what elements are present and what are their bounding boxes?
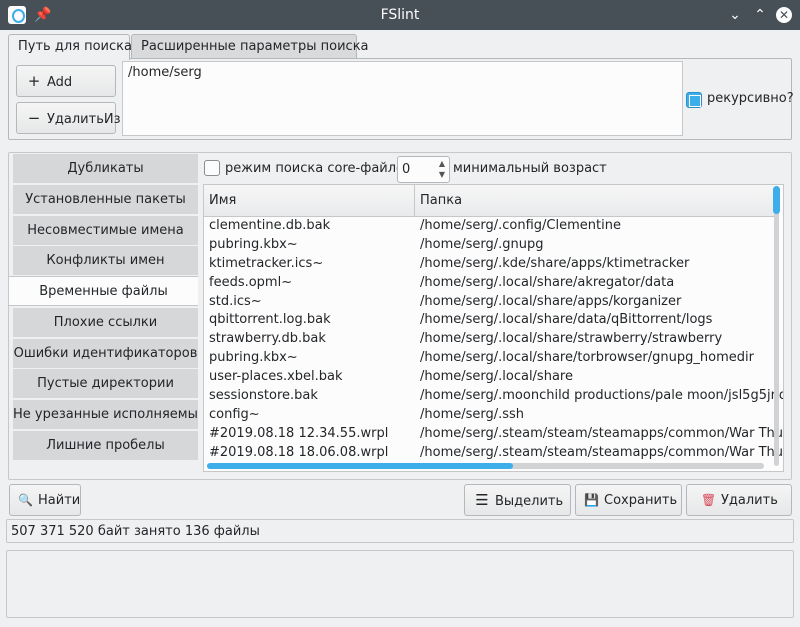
- sidebar-item-empty-dirs[interactable]: Пустые директории: [13, 368, 198, 398]
- cell-folder: /home/serg/.gnupg: [420, 236, 544, 252]
- table-row[interactable]: #2019.08.18 12.34.55.wrpl/home/serg/.ste…: [204, 425, 783, 444]
- cell-folder: /home/serg/.config/Clementine: [420, 218, 621, 233]
- cell-name: sessionstore.bak: [209, 388, 318, 404]
- cell-folder: /home/serg/.local/share/akregator/data: [420, 274, 675, 290]
- recursive-checkbox[interactable]: [686, 92, 702, 108]
- table-row[interactable]: feeds.opml~ /home/serg/.local/share/akreg…: [204, 274, 774, 293]
- sidebar-item-bad-ids[interactable]: Ошибки идентификаторов: [13, 338, 198, 368]
- status-bar: 507 371 520 байт занято 136 файлы: [6, 519, 794, 543]
- cell-name: user-places.xbel.bak: [209, 369, 343, 385]
- cell-folder: /home/serg/.kde/share/apps/ktimetracker: [420, 255, 690, 271]
- remove-path-button[interactable]: − УдалитьИз: [16, 102, 121, 134]
- cell-folder: /home/serg/.steam/steam/steamapps/common…: [420, 425, 784, 441]
- table-row[interactable]: clementine.db.bak/home/serg/.config/Clem…: [204, 217, 774, 236]
- min-age-value[interactable]: 0: [402, 162, 410, 177]
- find-label: Найти: [38, 493, 81, 508]
- cell-name: ktimetracker.ics~: [209, 255, 324, 271]
- tab-advanced-search[interactable]: Расширенные параметры поиска: [131, 34, 369, 59]
- delete-button[interactable]: 🗑 Удалить: [686, 484, 792, 516]
- minus-icon: −: [27, 109, 41, 127]
- table-row[interactable]: pubring.kbx~ /home/serg/.gnupg: [204, 236, 774, 255]
- select-label: Выделить: [495, 494, 564, 509]
- cell-folder: /home/serg/.local/share/strawberry/straw…: [420, 331, 723, 347]
- table-header: Имя Папка: [204, 185, 774, 217]
- column-header-name[interactable]: Имя: [204, 185, 415, 217]
- search-icon: 🔍: [18, 493, 33, 507]
- path-entry[interactable]: /home/serg: [128, 65, 677, 80]
- cell-name: config~: [209, 406, 260, 422]
- title-bar[interactable]: 📌 FSlint ⌄ ⌃ ✕: [0, 0, 800, 30]
- add-path-label: Add: [47, 75, 73, 90]
- cell-folder: /home/serg/.local/share/torbrowser/gnupg…: [420, 350, 754, 366]
- select-button[interactable]: ☰ Выделить: [464, 484, 571, 516]
- save-label: Сохранить: [604, 493, 678, 508]
- sidebar-item-installed-packages[interactable]: Установленные пакеты: [13, 184, 198, 214]
- maximize-icon[interactable]: ⌃: [752, 7, 768, 23]
- sidebar-item-duplicates[interactable]: Дубликаты: [13, 153, 198, 183]
- column-header-folder[interactable]: Папка: [415, 185, 774, 217]
- remove-path-label: УдалитьИз: [47, 112, 121, 127]
- sidebar-item-temp-files[interactable]: Временные файлы: [8, 276, 198, 306]
- table-row[interactable]: strawberry.db.bak/home/serg/.local/share…: [204, 330, 774, 349]
- vertical-scroll-thumb[interactable]: [773, 186, 780, 214]
- vertical-scrollbar[interactable]: [770, 184, 783, 472]
- sidebar-item-name-clashes[interactable]: Конфликты имен: [13, 245, 198, 275]
- cell-folder: /home/serg/.moonchild productions/pale m…: [420, 388, 784, 404]
- cell-folder: /home/serg/.local/share: [420, 369, 573, 385]
- cell-folder: /home/serg/.local/share/apps/korganizer: [420, 293, 682, 309]
- cell-name: clementine.db.bak: [209, 218, 331, 233]
- table-row[interactable]: ktimetracker.ics~ /home/serg/.kde/share/a…: [204, 255, 774, 274]
- spin-arrows-icon[interactable]: ▲ ▼: [437, 158, 447, 180]
- cell-name: std.ics~: [209, 293, 262, 309]
- cell-name: #2019.08.18 18.06.08.wrpl: [209, 444, 389, 460]
- trash-icon: 🗑: [701, 493, 717, 507]
- min-age-spinbox[interactable]: 0 ▲ ▼: [397, 156, 450, 183]
- message-area: [6, 550, 794, 618]
- plus-icon: +: [27, 72, 41, 90]
- results-table[interactable]: Имя Папка clementine.db.bak/home/serg/.c…: [203, 184, 784, 472]
- close-icon[interactable]: ✕: [776, 7, 792, 23]
- table-body: clementine.db.bak/home/serg/.config/Clem…: [204, 217, 783, 463]
- save-icon: 💾: [584, 493, 599, 507]
- vertical-scroll-track[interactable]: [774, 186, 779, 466]
- table-row[interactable]: #2019.08.18 18.06.08.wrpl/home/serg/.ste…: [204, 444, 783, 463]
- cell-name: #2019.08.18 12.34.55.wrpl: [209, 425, 389, 441]
- recursive-label: рекурсивно?: [707, 91, 794, 106]
- save-button[interactable]: 💾 Сохранить: [575, 484, 682, 516]
- cell-name: strawberry.db.bak: [209, 331, 326, 347]
- window-title: FSlint: [380, 7, 420, 23]
- cell-folder: /home/serg/.ssh: [420, 406, 525, 422]
- table-row[interactable]: qbittorrent.log.bak/home/serg/.local/sha…: [204, 311, 774, 330]
- cell-name: pubring.kbx~: [209, 350, 298, 366]
- cell-name: feeds.opml~: [209, 274, 293, 290]
- table-row[interactable]: config~ /home/serg/.ssh: [204, 406, 774, 425]
- core-mode-checkbox[interactable]: [204, 160, 220, 176]
- table-row[interactable]: pubring.kbx~ /home/serg/.local/share/torb…: [204, 349, 774, 368]
- sidebar-item-redundant-whitespace[interactable]: Лишние пробелы: [13, 430, 198, 460]
- minimize-icon[interactable]: ⌄: [727, 7, 743, 23]
- sidebar-item-non-stripped[interactable]: Не урезанные исполняемые: [13, 399, 206, 429]
- cell-folder: /home/serg/.local/share/data/qBittorrent…: [420, 312, 713, 328]
- cell-name: pubring.kbx~: [209, 236, 298, 252]
- sidebar-item-bad-symlinks[interactable]: Плохие ссылки: [13, 307, 198, 337]
- table-row[interactable]: std.ics~ /home/serg/.local/share/apps/kor…: [204, 293, 774, 312]
- cell-name: qbittorrent.log.bak: [209, 312, 331, 328]
- search-path-list[interactable]: /home/serg: [122, 61, 683, 136]
- table-row[interactable]: user-places.xbel.bak/home/serg/.local/sh…: [204, 368, 774, 387]
- add-path-button[interactable]: + Add: [16, 65, 116, 97]
- select-list-icon: ☰: [475, 491, 489, 509]
- sidebar-item-bad-names[interactable]: Несовместимые имена: [13, 215, 198, 245]
- core-mode-label: режим поиска core-файлов: [225, 161, 412, 176]
- min-age-label: минимальный возраст: [453, 161, 607, 176]
- tab-search-path[interactable]: Путь для поиска: [8, 34, 132, 60]
- horizontal-scrollbar[interactable]: [207, 463, 764, 469]
- horizontal-scroll-thumb[interactable]: [207, 463, 513, 469]
- delete-label: Удалить: [721, 493, 778, 508]
- find-button[interactable]: 🔍 Найти: [9, 484, 81, 516]
- cell-folder: /home/serg/.steam/steam/steamapps/common…: [420, 444, 784, 460]
- table-row[interactable]: sessionstore.bak/home/serg/.moonchild pr…: [204, 387, 783, 406]
